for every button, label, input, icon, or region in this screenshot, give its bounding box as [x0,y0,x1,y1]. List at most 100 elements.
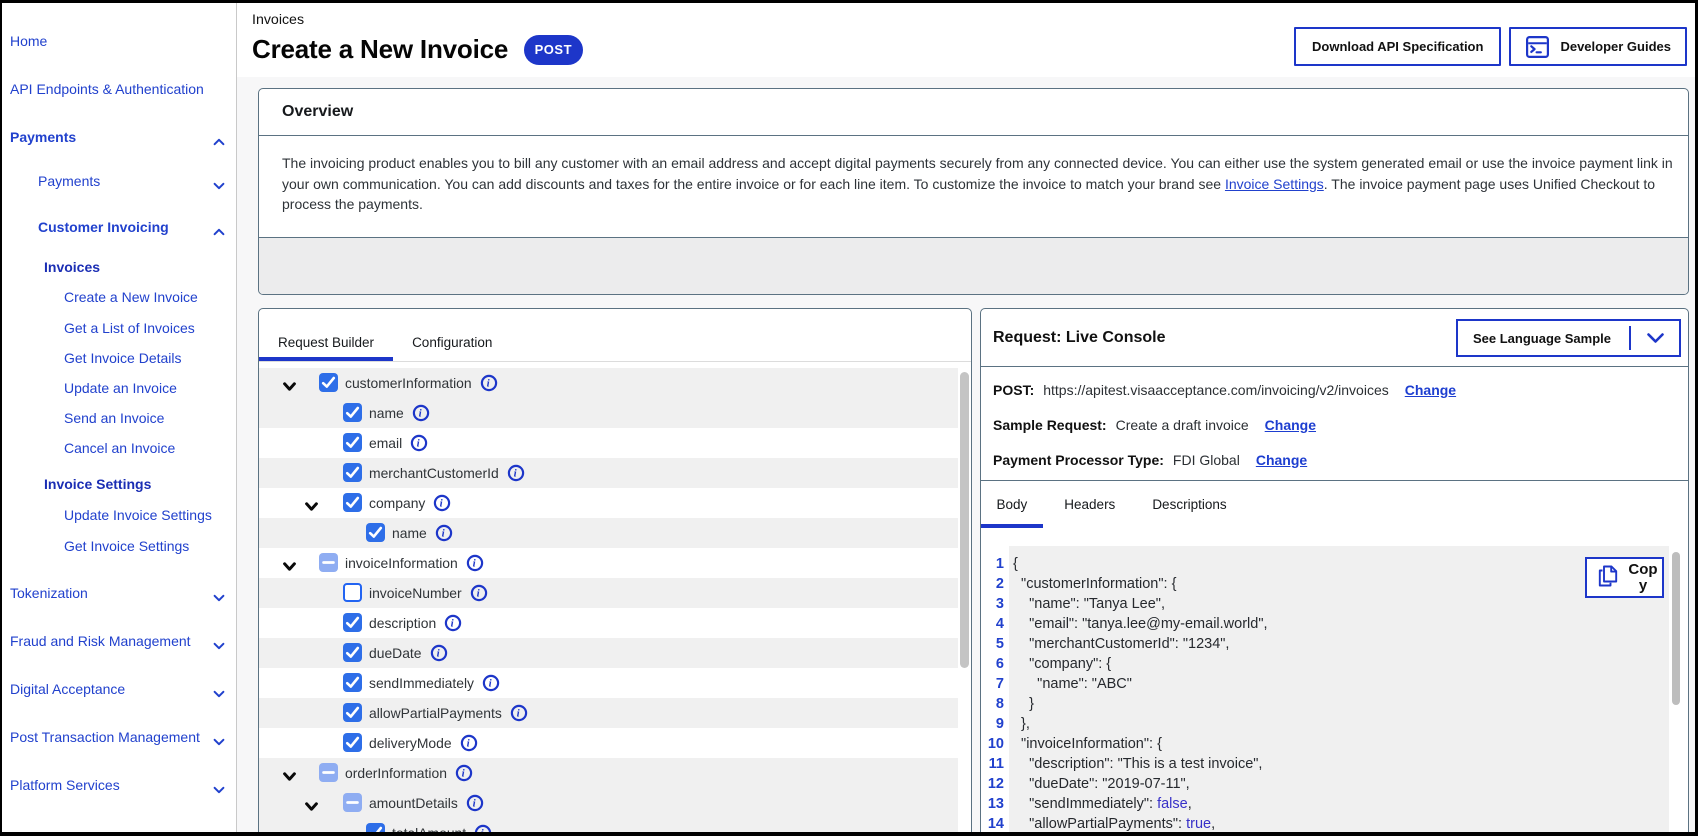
checkbox-description-checked[interactable] [343,613,362,632]
sidebar-item-invoice-settings[interactable]: Invoice Settings [44,474,151,494]
live-console-panel: Request: Live Console See Language Sampl… [980,308,1689,832]
checkbox-amountDetails-indeterminate[interactable] [343,793,362,812]
invoice-settings-link[interactable]: Invoice Settings [1225,176,1324,192]
sidebar-item-digital-acceptance[interactable]: Digital Acceptance [10,679,125,699]
tree-row-label: company [369,495,426,511]
chevron-up-icon[interactable] [213,223,226,236]
sidebar-item-tokenization[interactable]: Tokenization [10,583,88,603]
info-icon[interactable]: i [455,764,473,782]
language-sample-button[interactable]: See Language Sample [1456,319,1681,357]
tree-row-label: invoiceNumber [369,585,462,601]
sidebar-item-cancel-an-invoice[interactable]: Cancel an Invoice [64,438,175,458]
tab-headers[interactable]: Headers [1049,481,1131,528]
checkbox-name-checked[interactable] [366,523,385,542]
download-api-spec-button[interactable]: Download API Specification [1294,27,1502,66]
chevron-down-icon[interactable] [213,589,226,602]
info-icon[interactable]: i [444,614,462,632]
change-link[interactable]: Change [1256,452,1307,468]
expand-chevron-icon[interactable] [283,768,296,781]
checkbox-customerInformation-checked[interactable] [319,373,338,392]
expand-chevron-icon[interactable] [305,798,318,811]
chevron-down-icon[interactable] [213,685,226,698]
sidebar-item-api-endpoints-authentication[interactable]: API Endpoints & Authentication [10,79,204,99]
tree-row-amountDetails: amountDetails i [259,788,958,818]
line-number: 8 [995,696,1004,712]
expand-chevron-icon[interactable] [305,498,318,511]
info-icon[interactable]: i [466,794,484,812]
info-icon[interactable]: i [435,524,453,542]
checkbox-invoiceInformation-indeterminate[interactable] [319,553,338,572]
sidebar-item-update-an-invoice[interactable]: Update an Invoice [64,378,177,398]
developer-guides-button[interactable]: Developer Guides [1509,27,1687,66]
info-icon[interactable]: i [433,494,451,512]
info-icon[interactable]: i [482,674,500,692]
sidebar-item-home[interactable]: Home [10,31,47,51]
change-link[interactable]: Change [1405,382,1456,398]
chevron-up-icon[interactable] [213,133,226,146]
svg-text:i: i [437,648,441,660]
console-field-0: POST: https://apitest.visaacceptance.com/… [993,372,1688,407]
checkbox-orderInformation-indeterminate[interactable] [319,763,338,782]
info-icon[interactable]: i [470,584,488,602]
sidebar-item-invoices[interactable]: Invoices [44,257,100,277]
info-icon[interactable]: i [460,734,478,752]
sidebar-item-get-invoice-settings[interactable]: Get Invoice Settings [64,536,189,556]
code-scrollbar[interactable] [1672,552,1680,705]
tab-descriptions[interactable]: Descriptions [1137,481,1242,528]
expand-chevron-icon[interactable] [283,378,296,391]
checkbox-deliveryMode-checked[interactable] [343,733,362,752]
info-icon[interactable]: i [412,404,430,422]
sidebar-item-send-an-invoice[interactable]: Send an Invoice [64,408,164,428]
sidebar-item-get-a-list-of-invoices[interactable]: Get a List of Invoices [64,318,195,338]
chevron-down-icon[interactable] [213,177,226,190]
chevron-down-icon[interactable] [213,781,226,794]
info-icon[interactable]: i [474,824,492,832]
info-icon[interactable]: i [480,374,498,392]
code-area[interactable]: { "customerInformation": { "name": "Tany… [1009,546,1669,832]
checkbox-dueDate-checked[interactable] [343,643,362,662]
field-label: Payment Processor Type: [993,451,1164,468]
code-line-1: { [1013,556,1018,572]
chevron-down-icon[interactable] [213,637,226,650]
title-row: Create a New Invoice POST [252,34,583,65]
chevron-down-icon[interactable] [213,733,226,746]
console-fields: POST: https://apitest.visaacceptance.com/… [981,367,1688,477]
sidebar-item-create-a-new-invoice[interactable]: Create a New Invoice [64,287,198,307]
info-icon[interactable]: i [410,434,428,452]
tab-body[interactable]: Body [981,481,1043,528]
sidebar-item-customer-invoicing[interactable]: Customer Invoicing [38,217,169,237]
sidebar-item-payments[interactable]: Payments [38,171,100,191]
tree-row-dueDate: dueDate i [259,638,958,668]
tab-configuration[interactable]: Configuration [393,309,511,361]
tree-scrollbar[interactable] [960,372,969,668]
checkbox-invoiceNumber-unchecked[interactable] [343,583,362,602]
expand-chevron-icon[interactable] [283,558,296,571]
info-icon[interactable]: i [507,464,525,482]
svg-text:i: i [514,468,518,480]
page-header: Invoices Create a New Invoice POST Downl… [237,3,1695,77]
sidebar-item-get-invoice-details[interactable]: Get Invoice Details [64,348,182,368]
tree-row-sendImmediately: sendImmediately i [259,668,958,698]
checkbox-company-checked[interactable] [343,493,362,512]
copy-icon [1597,564,1619,591]
info-icon[interactable]: i [430,644,448,662]
checkbox-name-checked[interactable] [343,403,362,422]
checkbox-sendImmediately-checked[interactable] [343,673,362,692]
sidebar-item-payments[interactable]: Payments [10,127,76,147]
info-icon[interactable]: i [466,554,484,572]
copy-button[interactable]: Copy [1585,557,1664,598]
tree-row-label: orderInformation [345,765,447,781]
sidebar-item-fraud-and-risk-management[interactable]: Fraud and Risk Management [10,631,191,651]
checkbox-email-checked[interactable] [343,433,362,452]
sidebar-item-update-invoice-settings[interactable]: Update Invoice Settings [64,505,212,525]
field-value: https://apitest.visaacceptance.com/invoi… [1043,381,1389,398]
checkbox-allowPartialPayments-checked[interactable] [343,703,362,722]
checkbox-merchantCustomerId-checked[interactable] [343,463,362,482]
tab-request-builder[interactable]: Request Builder [259,309,394,361]
sidebar-item-platform-services[interactable]: Platform Services [10,775,120,795]
change-link[interactable]: Change [1265,417,1316,433]
code-line-14: "allowPartialPayments": true, [1013,816,1216,832]
checkbox-totalAmount-checked[interactable] [366,823,385,832]
sidebar-item-post-transaction-management[interactable]: Post Transaction Management [10,727,200,747]
info-icon[interactable]: i [510,704,528,722]
